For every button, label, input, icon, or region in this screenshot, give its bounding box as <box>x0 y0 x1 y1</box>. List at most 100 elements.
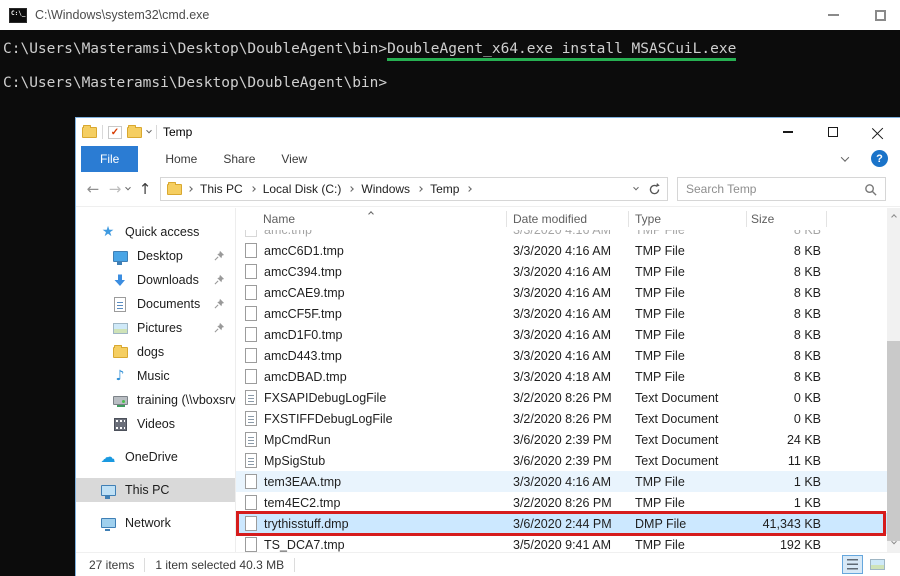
column-divider[interactable] <box>746 211 747 227</box>
sidebar-item-quick-access[interactable]: ★ Quick access <box>76 220 235 244</box>
search-box[interactable] <box>677 177 886 201</box>
address-bar[interactable]: This PC Local Disk (C:) Windows Temp <box>160 177 668 201</box>
file-row[interactable]: TS_DCA7.tmp 3/5/2020 9:41 AM TMP File 19… <box>236 534 887 552</box>
sidebar-item-training[interactable]: training (\\vboxsrv) <box>76 388 235 412</box>
explorer-close-button[interactable] <box>855 118 900 146</box>
column-divider[interactable] <box>628 211 629 227</box>
file-row[interactable]: MpCmdRun 3/6/2020 2:39 PM Text Document … <box>236 429 887 450</box>
sidebar-item-label: Downloads <box>137 273 199 287</box>
scrollbar-thumb[interactable] <box>887 341 900 541</box>
file-row[interactable]: amcCAE9.tmp 3/3/2020 4:16 AM TMP File 8 … <box>236 282 887 303</box>
file-name: amc.tmp <box>264 230 312 237</box>
up-button[interactable]: ↑ <box>134 180 156 198</box>
maximize-icon <box>874 9 886 21</box>
file-row[interactable]: amcD443.tmp 3/3/2020 4:16 AM TMP File 8 … <box>236 345 887 366</box>
sidebar-item-dogs[interactable]: dogs <box>76 340 235 364</box>
file-row[interactable]: amcC394.tmp 3/3/2020 4:16 AM TMP File 8 … <box>236 261 887 282</box>
file-row[interactable]: tem4EC2.tmp 3/2/2020 8:26 PM TMP File 1 … <box>236 492 887 513</box>
close-icon <box>872 126 884 138</box>
sidebar-item-pictures[interactable]: Pictures <box>76 316 235 340</box>
file-date: 3/3/2020 4:16 AM <box>513 306 611 321</box>
file-row[interactable]: tem3EAA.tmp 3/3/2020 4:16 AM TMP File 1 … <box>236 471 887 492</box>
column-header-type[interactable]: Type <box>635 212 661 226</box>
forward-button[interactable]: → <box>104 180 126 198</box>
file-date: 3/6/2020 2:39 PM <box>513 453 612 468</box>
maximize-icon <box>827 127 838 137</box>
search-icon[interactable] <box>864 183 877 196</box>
file-size: 11 KB <box>787 453 821 468</box>
file-size: 8 KB <box>731 230 821 237</box>
tab-view[interactable]: View <box>268 146 320 172</box>
breadcrumb-windows[interactable]: Windows <box>359 182 412 196</box>
file-name: amcCF5F.tmp <box>264 306 342 321</box>
refresh-icon[interactable] <box>648 182 661 196</box>
file-row[interactable]: amcDBAD.tmp 3/3/2020 4:18 AM TMP File 8 … <box>236 366 887 387</box>
selection-summary: 1 item selected 40.3 MB <box>155 557 285 572</box>
help-button[interactable]: ? <box>871 150 888 167</box>
new-folder-icon[interactable] <box>127 124 142 138</box>
file-row[interactable]: FXSTIFFDebugLogFile 3/2/2020 8:26 PM Tex… <box>236 408 887 429</box>
file-type: Text Document <box>635 411 719 426</box>
sidebar-item-this-pc[interactable]: This PC <box>76 478 235 502</box>
file-icon <box>245 495 257 510</box>
file-date: 3/2/2020 8:26 PM <box>513 495 612 510</box>
scroll-down-icon[interactable] <box>887 536 900 550</box>
file-row[interactable]: MpSigStub 3/6/2020 2:39 PM Text Document… <box>236 450 887 471</box>
sidebar-item-documents[interactable]: Documents <box>76 292 235 316</box>
file-row[interactable]: FXSAPIDebugLogFile 3/2/2020 8:26 PM Text… <box>236 387 887 408</box>
tab-home[interactable]: Home <box>152 146 210 172</box>
sidebar-item-network[interactable]: Network <box>76 511 235 535</box>
sidebar-item-music[interactable]: ♪ Music <box>76 364 235 388</box>
file-row[interactable]: amcD1F0.tmp 3/3/2020 4:16 AM TMP File 8 … <box>236 324 887 345</box>
sidebar-item-desktop[interactable]: Desktop <box>76 244 235 268</box>
explorer-minimize-button[interactable] <box>765 118 810 146</box>
sidebar-item-onedrive[interactable]: ☁ OneDrive <box>76 445 235 469</box>
file-size: 1 KB <box>793 474 821 489</box>
cmd-minimize-button[interactable] <box>816 0 850 30</box>
column-header-date-modified[interactable]: Date modified <box>513 212 587 226</box>
sidebar-item-videos[interactable]: Videos <box>76 412 235 436</box>
breadcrumb-this-pc[interactable]: This PC <box>198 182 245 196</box>
file-row[interactable]: amcCF5F.tmp 3/3/2020 4:16 AM TMP File 8 … <box>236 303 887 324</box>
text-document-icon <box>245 411 257 426</box>
divider <box>294 557 296 572</box>
file-row-partial[interactable]: amc.tmp 3/3/2020 4:16 AM TMP File 8 KB <box>236 230 887 240</box>
qat-dropdown-icon[interactable] <box>146 127 152 134</box>
column-divider[interactable] <box>506 211 507 227</box>
file-icon <box>245 537 257 552</box>
cmd-output-line-1: C:\Users\Masteramsi\Desktop\DoubleAgent\… <box>3 41 737 61</box>
file-icon <box>245 306 257 321</box>
ribbon-expand-icon[interactable] <box>840 153 850 162</box>
search-input[interactable] <box>686 182 864 196</box>
explorer-maximize-button[interactable] <box>810 118 855 146</box>
properties-check-icon[interactable]: ✓ <box>108 125 122 139</box>
pin-icon <box>214 250 225 261</box>
file-type: TMP File <box>635 285 685 300</box>
column-header-size[interactable]: Size <box>751 212 774 226</box>
recent-locations-icon[interactable] <box>125 184 131 191</box>
desktop-monitor-icon <box>112 248 128 265</box>
scroll-up-icon[interactable] <box>887 210 900 224</box>
back-button[interactable]: ← <box>82 180 104 198</box>
sidebar-item-label: Desktop <box>137 249 183 263</box>
column-divider[interactable] <box>826 211 827 227</box>
tab-share[interactable]: Share <box>210 146 268 172</box>
breadcrumb-local-disk[interactable]: Local Disk (C:) <box>261 182 344 196</box>
file-type: TMP File <box>635 537 685 552</box>
file-size: 0 KB <box>793 390 821 405</box>
breadcrumb-temp[interactable]: Temp <box>428 182 461 196</box>
thumbnails-view-button[interactable] <box>867 555 888 574</box>
sidebar-item-label: Network <box>125 516 171 530</box>
file-date: 3/3/2020 4:16 AM <box>513 327 611 342</box>
sidebar-item-downloads[interactable]: Downloads <box>76 268 235 292</box>
tab-file[interactable]: File <box>81 146 139 172</box>
vertical-scrollbar[interactable] <box>887 208 900 552</box>
file-type: TMP File <box>635 327 685 342</box>
cmd-maximize-button[interactable] <box>863 0 897 30</box>
address-dropdown-icon[interactable] <box>633 184 639 191</box>
file-row-selected[interactable]: trythisstuff.dmp 3/6/2020 2:44 PM DMP Fi… <box>236 511 887 536</box>
column-header-name[interactable]: Name <box>263 212 295 226</box>
details-view-button[interactable] <box>842 555 863 574</box>
file-icon <box>245 348 257 363</box>
file-row[interactable]: amcC6D1.tmp 3/3/2020 4:16 AM TMP File 8 … <box>236 240 887 261</box>
